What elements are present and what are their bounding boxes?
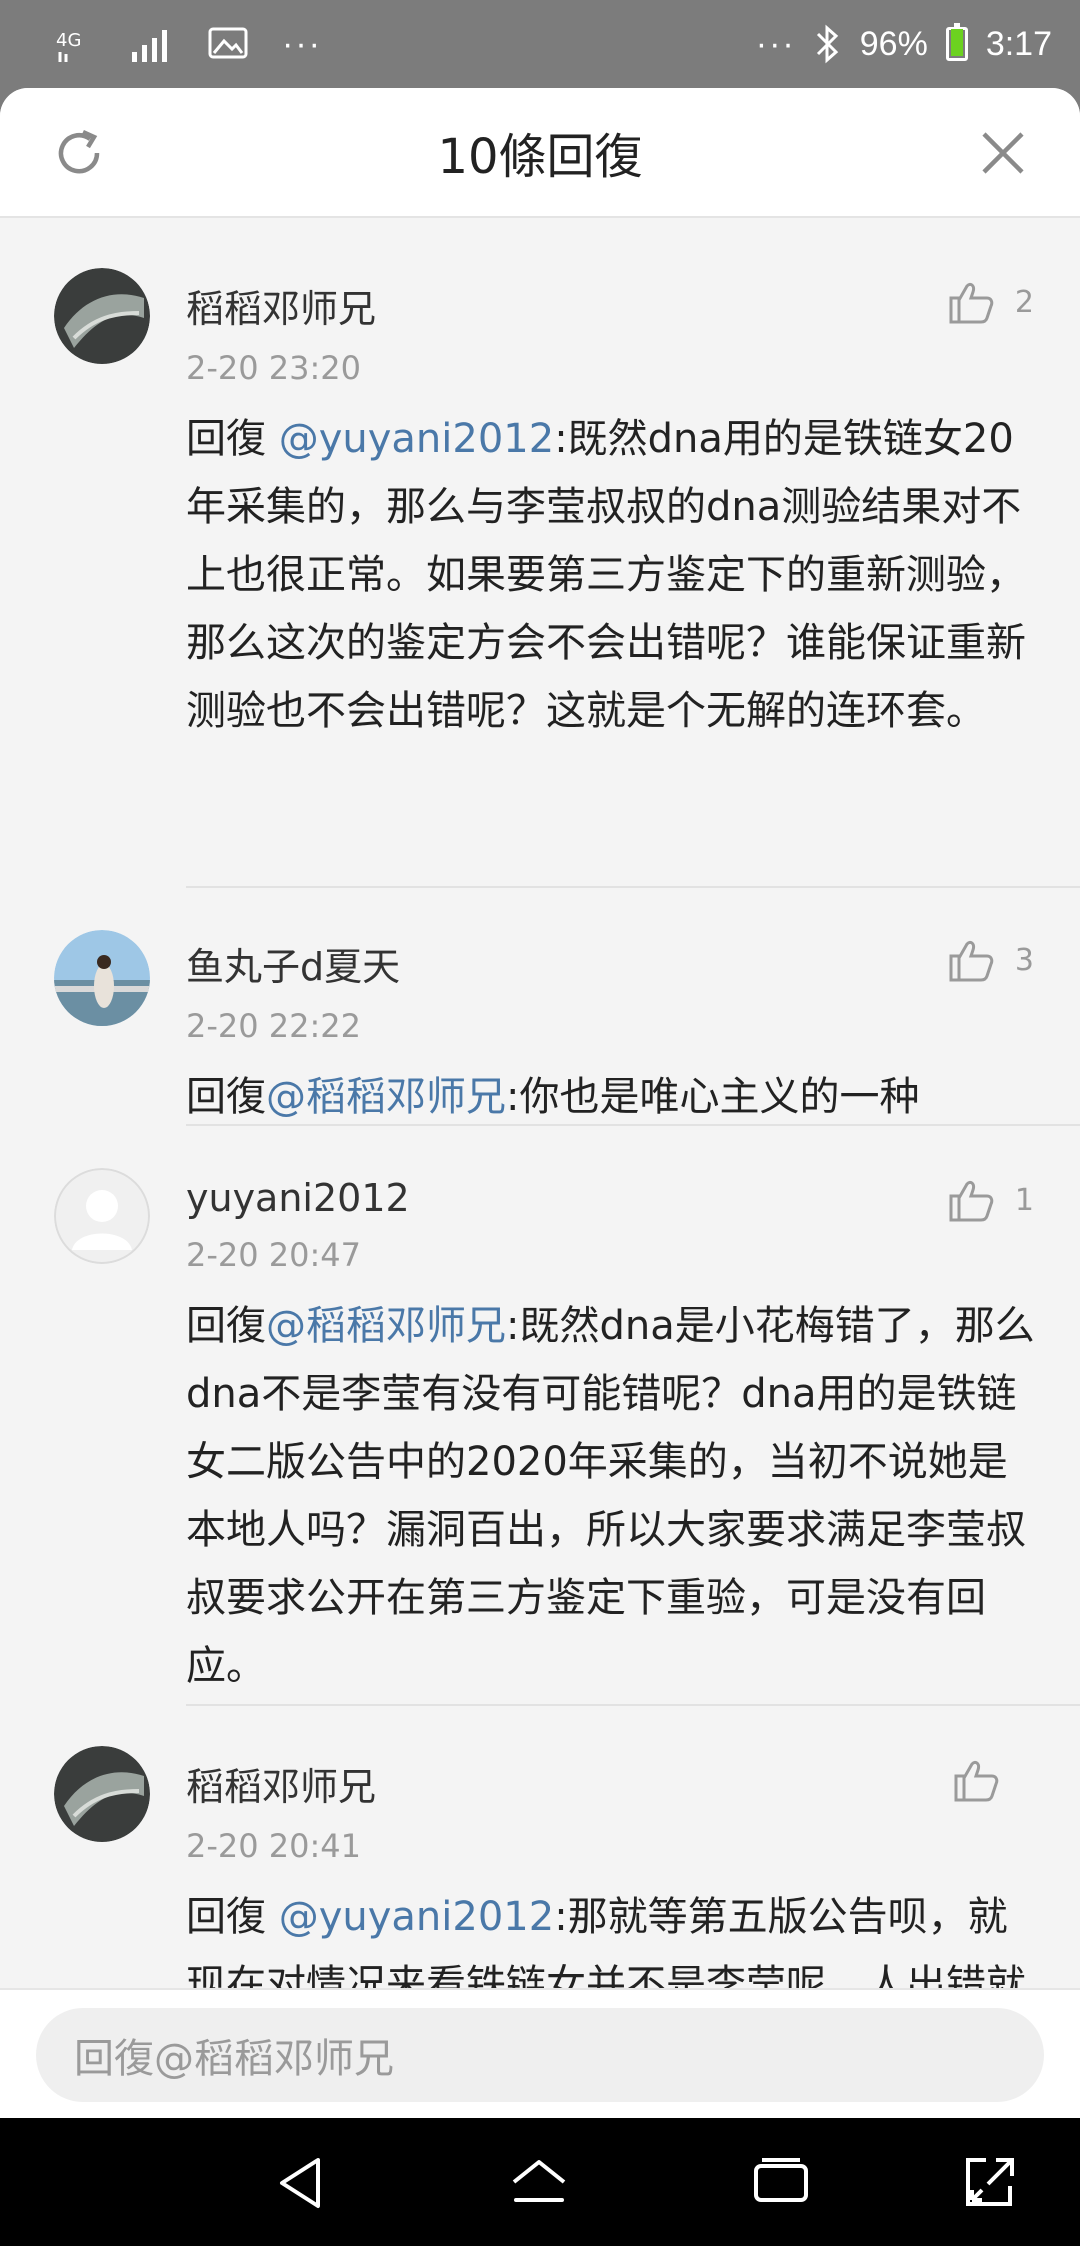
comment-author[interactable]: yuyani2012 bbox=[186, 1176, 1040, 1220]
like-button[interactable] bbox=[952, 1756, 1020, 1804]
thumbs-up-icon bbox=[954, 1760, 999, 1802]
avatar[interactable] bbox=[54, 1168, 150, 1264]
divider bbox=[186, 1704, 1080, 1706]
signal-icon bbox=[130, 26, 174, 62]
comment-time: 2-20 20:47 bbox=[186, 1236, 362, 1274]
like-count: 3 bbox=[1014, 942, 1034, 978]
comment-author[interactable]: 稻稻邓师兄 bbox=[186, 1756, 1040, 1811]
comment-item: 稻稻邓师兄 2-20 23:20 回復 @yuyani2012:既然dna用的是… bbox=[0, 268, 1080, 745]
image-icon bbox=[208, 27, 248, 61]
like-button[interactable]: 3 bbox=[947, 936, 1034, 984]
like-count: 1 bbox=[1014, 1182, 1034, 1218]
reply-input[interactable]: 回復@稻稻邓师兄 bbox=[36, 2008, 1044, 2102]
avatar[interactable] bbox=[54, 1746, 150, 1842]
thumbs-up-icon bbox=[949, 282, 994, 324]
clock: 3:17 bbox=[985, 24, 1052, 63]
avatar[interactable] bbox=[54, 268, 150, 364]
comment-content: 回復 @yuyani2012:那就等第五版公告呗，就现在对情况来看铁链女并不是李… bbox=[186, 1883, 1040, 1988]
comment-item: 稻稻邓师兄 2-20 20:41 回復 @yuyani2012:那就等第五版公告… bbox=[0, 1746, 1080, 1988]
status-dots-left: ··· bbox=[282, 24, 322, 63]
mention-link[interactable]: @yuyani2012 bbox=[279, 416, 554, 462]
reply-prefix: 回復 bbox=[186, 1074, 266, 1120]
status-dots-right: ··· bbox=[755, 24, 796, 63]
back-icon[interactable] bbox=[270, 2152, 332, 2214]
home-icon[interactable] bbox=[508, 2152, 570, 2214]
network-4g-icon: 4G bbox=[56, 24, 96, 64]
mention-link[interactable]: @yuyani2012 bbox=[279, 1894, 554, 1940]
comment-text: :你也是唯心主义的一种 bbox=[506, 1074, 920, 1120]
mention-link[interactable]: @稻稻邓师兄 bbox=[266, 1303, 506, 1349]
battery-icon bbox=[945, 23, 968, 61]
comment-author[interactable]: 鱼丸子d夏天 bbox=[186, 936, 1040, 991]
battery-percent: 96% bbox=[859, 24, 928, 63]
thumbs-up-icon bbox=[949, 940, 994, 982]
reply-prefix: 回復 bbox=[186, 416, 279, 462]
bluetooth-icon bbox=[814, 24, 842, 64]
comment-content: 回復@稻稻邓师兄:你也是唯心主义的一种 bbox=[186, 1063, 1040, 1131]
comment-content: 回復 @yuyani2012:既然dna用的是铁链女20年采集的，那么与李莹叔叔… bbox=[186, 405, 1040, 745]
thumbs-up-icon bbox=[949, 1180, 994, 1222]
status-bar: 4G ··· ··· 96% 3:17 bbox=[0, 0, 1080, 88]
comment-list: 稻稻邓师兄 2-20 23:20 回復 @yuyani2012:既然dna用的是… bbox=[0, 220, 1080, 1988]
comment-text: :既然dna是小花梅错了，那么dna不是李莹有没有可能错呢？dna用的是铁链女二… bbox=[186, 1303, 1035, 1689]
comment-content: 回復@稻稻邓师兄:既然dna是小花梅错了，那么dna不是李莹有没有可能错呢？dn… bbox=[186, 1292, 1040, 1700]
refresh-icon[interactable] bbox=[50, 124, 108, 182]
svg-text:4G: 4G bbox=[56, 30, 81, 51]
like-button[interactable]: 1 bbox=[947, 1176, 1034, 1224]
comment-time: 2-20 22:22 bbox=[186, 1007, 362, 1045]
recents-icon[interactable] bbox=[750, 2152, 812, 2214]
close-icon[interactable] bbox=[974, 124, 1032, 182]
comment-author[interactable]: 稻稻邓师兄 bbox=[186, 278, 1040, 333]
reply-bar: 回復@稻稻邓师兄 bbox=[0, 1988, 1080, 2118]
comment-time: 2-20 20:41 bbox=[186, 1827, 362, 1865]
expand-icon[interactable] bbox=[958, 2152, 1020, 2214]
sheet-title: 10條回復 bbox=[437, 129, 643, 185]
reply-prefix: 回復 bbox=[186, 1894, 279, 1940]
navigation-bar bbox=[0, 2118, 1080, 2246]
like-count: 2 bbox=[1014, 284, 1034, 320]
replies-sheet: 10條回復 稻稻邓师兄 2-20 23:20 回復 @yuyani2012:既然… bbox=[0, 88, 1080, 2118]
mention-link[interactable]: @稻稻邓师兄 bbox=[266, 1074, 506, 1120]
comment-item: yuyani2012 2-20 20:47 回復@稻稻邓师兄:既然dna是小花梅… bbox=[0, 1168, 1080, 1700]
comment-text: :既然dna用的是铁链女20年采集的，那么与李莹叔叔的dna测验结果对不上也很正… bbox=[186, 416, 1026, 734]
divider bbox=[186, 886, 1080, 888]
sheet-header: 10條回復 bbox=[0, 88, 1080, 218]
comment-time: 2-20 23:20 bbox=[186, 349, 362, 387]
like-button[interactable]: 2 bbox=[947, 278, 1034, 326]
reply-prefix: 回復 bbox=[186, 1303, 266, 1349]
avatar[interactable] bbox=[54, 930, 150, 1026]
comment-item: 鱼丸子d夏天 2-20 22:22 回復@稻稻邓师兄:你也是唯心主义的一种 3 bbox=[0, 930, 1080, 1131]
divider bbox=[186, 1124, 1080, 1126]
